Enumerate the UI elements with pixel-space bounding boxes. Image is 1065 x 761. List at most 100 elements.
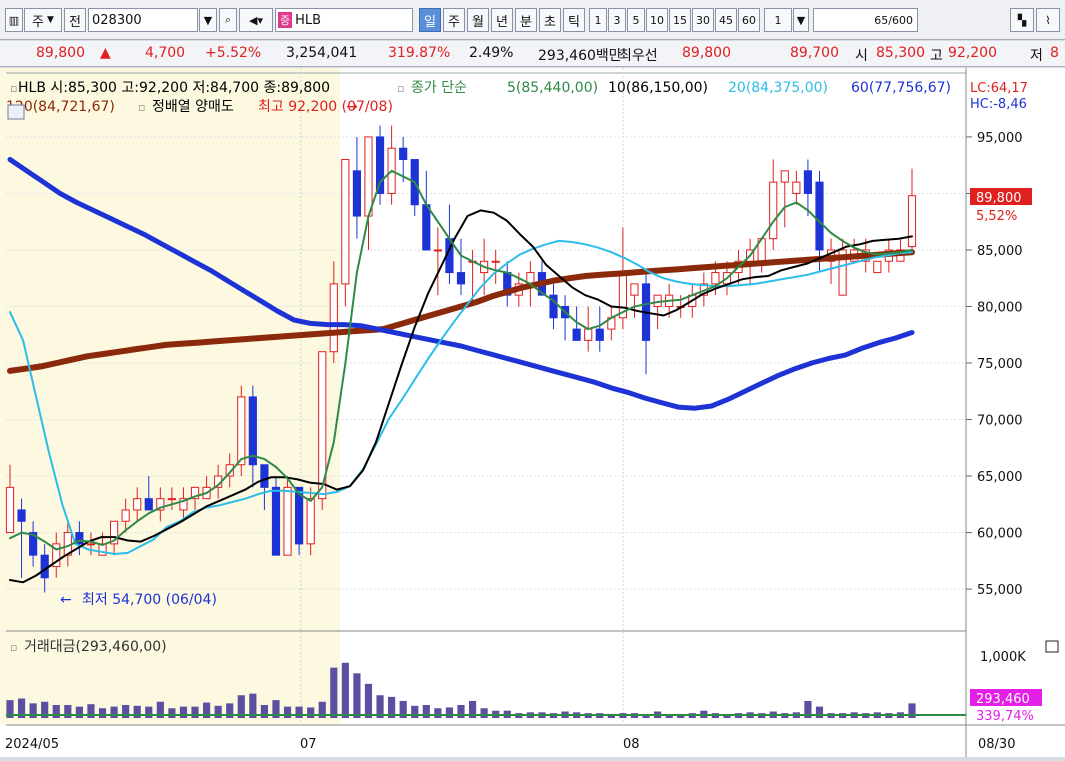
price-chart[interactable]: 95,00090,00085,00080,00075,00070,00065,0… [0,68,1065,757]
stock-name: HLB [295,12,322,28]
candle-down [456,272,466,285]
interval-45[interactable]: 45 [715,8,737,32]
type-select[interactable]: 주 ▼ [24,8,62,32]
candle-down [260,464,269,488]
interval-3[interactable]: 3 [608,8,626,32]
type-label: 주 [32,14,45,30]
candle-up [769,181,778,240]
volume-bar [353,673,361,718]
period-yearly[interactable]: 년 [491,8,513,32]
candle-down [271,486,281,556]
candle-down [17,509,26,522]
volume-panel-close-icon[interactable] [1045,640,1059,653]
period-monthly[interactable]: 월 [467,8,489,32]
candle-up [780,170,789,183]
volume-title: 거래대금(293,460,00) [24,639,167,655]
candle-up [792,181,801,194]
y-tick-label: 65,000 [977,470,1023,485]
priority-label: 최우선 [619,48,658,64]
volume-bar [283,706,292,718]
interval-10[interactable]: 10 [646,8,668,32]
candle-up [711,272,720,285]
bid-price: 89,700 [790,45,839,61]
candle-up [133,498,142,511]
volume-bar [75,706,83,718]
code-dropdown-chevron-icon[interactable]: ▼ [199,8,217,32]
y-tick-label: 95,000 [977,131,1023,146]
low-marker-arrow-icon: ← [60,592,72,608]
interval-1[interactable]: 1 [589,8,607,32]
candle-up [341,159,350,285]
layout-icon[interactable]: ▥ [5,8,23,32]
change-percent: +5.52% [205,45,262,61]
volume-bar [191,706,199,718]
event-bullet-icon: ▫ [138,101,145,114]
count-input[interactable]: 65/600 [813,8,918,32]
line-tool-icon[interactable]: ⌇ [1036,8,1060,32]
candle-up [167,498,176,501]
hc-label: HC:-8,46 [970,97,1027,112]
speaker-icon[interactable]: ◀▾ [239,8,273,32]
y-tick-label: 85,000 [977,244,1023,259]
stock-name-field[interactable]: 증 HLB [275,8,413,32]
ma60-label: 60(77,756,67) [851,80,951,96]
period-minute[interactable]: 분 [515,8,537,32]
ask-price: 89,800 [682,45,731,61]
candle-up [237,396,246,466]
candle-up [5,486,15,534]
volume: 3,254,041 [286,45,358,61]
interval-30[interactable]: 30 [692,8,714,32]
volume-bar [122,705,130,718]
candle-up [329,283,338,353]
period-weekly[interactable]: 주 [443,8,465,32]
volume-bar [445,707,454,718]
candle-up [584,328,593,341]
interval-5[interactable]: 5 [627,8,645,32]
period-second[interactable]: 초 [539,8,561,32]
interval-value-input[interactable]: 1 [764,8,792,32]
interval-60[interactable]: 60 [738,8,760,32]
candle-up [907,195,917,248]
candle-up [86,543,96,546]
high-marker: 최고 92,200 (07/08) [258,99,393,115]
count-value: 65 [874,13,889,27]
volume-bullet-icon: ▫ [10,641,17,654]
interval-15[interactable]: 15 [669,8,691,32]
low-label: 저 [1030,48,1043,64]
ma-bullet-icon: ▫ [397,82,404,95]
open-label: 시 [855,48,868,64]
period-tick[interactable]: 틱 [563,8,585,32]
interval-dropdown-chevron-icon[interactable]: ▼ [793,8,809,32]
candle-down [815,181,824,251]
event-label: 정배열 양매도 [152,99,234,115]
low-price-truncated: 8 [1050,45,1059,61]
high-price: 92,200 [948,45,997,61]
volume-bar [295,706,303,718]
volume-bar [330,667,338,718]
y-tick-label: 60,000 [977,527,1023,542]
volume-bar [307,707,315,718]
low-marker: 최저 54,700 (06/04) [82,592,217,608]
volume-bar [133,705,141,718]
volume-bar [341,662,349,718]
volume-pct-axis: 339,74% [976,709,1034,724]
chart-type-icon[interactable]: ▚ [1010,8,1034,32]
period-daily[interactable]: 일 [419,8,441,32]
candle-up [364,136,373,217]
ohlc-info: HLB 시:85,300 고:92,200 저:84,700 종:89,800 [18,80,330,96]
chart-area[interactable]: 95,00090,00085,00080,00075,00070,00065,0… [0,68,1065,757]
volume-bar [64,705,72,718]
candle-down [803,170,813,194]
volume-bar [179,706,188,718]
jeon-button[interactable]: 전 [64,8,86,32]
search-icon[interactable]: ⌕ [219,8,237,32]
y-tick-label: 75,000 [977,357,1023,372]
candle-up [283,486,292,556]
turnover: 2.49% [469,45,514,61]
toolbar: ▥ 주 ▼ 전 028300 ▼ ⌕ ◀▾ 증 HLB 일 주 월 년 분 초 틱 … [0,0,1065,40]
stock-code-input[interactable]: 028300 [88,8,198,32]
highlight-region [0,68,340,725]
up-arrow-icon: ▲ [100,45,111,61]
candle-down [144,498,153,511]
calendar-icon[interactable] [7,104,25,120]
